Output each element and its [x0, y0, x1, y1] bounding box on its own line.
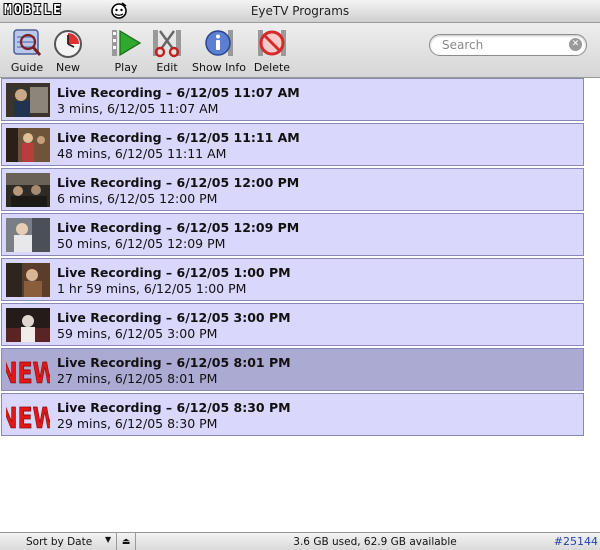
- program-row[interactable]: NEW Live Recording – 6/12/05 8:30 PM 29 …: [1, 393, 584, 436]
- eject-icon[interactable]: ⏏: [117, 533, 136, 550]
- show-info-button-label: Show Info: [192, 61, 246, 74]
- new-badge-text: NEW: [6, 402, 50, 432]
- clock-icon: [54, 30, 82, 58]
- program-row[interactable]: Live Recording – 6/12/05 11:11 AM 48 min…: [1, 123, 584, 166]
- chevron-down-icon: ▼: [105, 535, 112, 544]
- show-info-button[interactable]: Show Info: [189, 27, 249, 74]
- new-badge-text: NEW: [6, 357, 50, 387]
- program-details: 27 mins, 6/12/05 8:01 PM: [57, 371, 218, 386]
- window-title: EyeTV Programs: [250, 4, 350, 18]
- new-badge-icon: NEW: [6, 398, 50, 432]
- delete-button[interactable]: Delete: [242, 27, 302, 74]
- program-details: 59 mins, 6/12/05 3:00 PM: [57, 326, 218, 341]
- program-details: 1 hr 59 mins, 6/12/05 1:00 PM: [57, 281, 247, 296]
- program-title: Live Recording – 6/12/05 8:30 PM: [57, 400, 291, 415]
- status-bar: Sort by Date ▼ ⏏ 3.6 GB used, 62.9 GB av…: [0, 532, 600, 550]
- program-row[interactable]: Live Recording – 6/12/05 12:09 PM 50 min…: [1, 213, 584, 256]
- watermark-tag: #25144: [553, 535, 598, 548]
- edit-button-label: Edit: [156, 61, 178, 74]
- delete-button-label: Delete: [253, 61, 291, 74]
- program-row-selected[interactable]: NEW Live Recording – 6/12/05 8:01 PM 27 …: [1, 348, 584, 391]
- program-row[interactable]: Live Recording – 6/12/05 1:00 PM 1 hr 59…: [1, 258, 584, 301]
- new-button-label: New: [56, 61, 80, 74]
- video-thumbnail: [6, 128, 50, 162]
- program-title: Live Recording – 6/12/05 3:00 PM: [57, 310, 291, 325]
- program-list: Live Recording – 6/12/05 11:07 AM 3 mins…: [0, 78, 600, 532]
- sort-popup-label: Sort by Date: [26, 536, 93, 548]
- clear-search-icon[interactable]: ✕: [569, 38, 582, 51]
- sort-popup[interactable]: Sort by Date ▼: [0, 533, 117, 550]
- edit-button[interactable]: Edit: [137, 27, 197, 74]
- program-row[interactable]: Live Recording – 6/12/05 11:07 AM 3 mins…: [1, 78, 584, 121]
- program-details: 3 mins, 6/12/05 11:07 AM: [57, 101, 219, 116]
- info-icon: [205, 30, 233, 56]
- program-title: Live Recording – 6/12/05 8:01 PM: [57, 355, 291, 370]
- video-thumbnail: [6, 308, 50, 342]
- program-details: 48 mins, 6/12/05 11:11 AM: [57, 146, 227, 161]
- new-button[interactable]: New: [38, 27, 98, 74]
- search-input[interactable]: [442, 37, 562, 52]
- title-bar[interactable]: MOBILE EyeTV Programs: [0, 0, 600, 23]
- program-title: Live Recording – 6/12/05 11:11 AM: [57, 130, 300, 145]
- video-thumbnail: [6, 218, 50, 252]
- program-row[interactable]: Live Recording – 6/12/05 12:00 PM 6 mins…: [1, 168, 584, 211]
- list-scroll-area[interactable]: [585, 78, 600, 532]
- program-row[interactable]: Live Recording – 6/12/05 3:00 PM 59 mins…: [1, 303, 584, 346]
- program-title: Live Recording – 6/12/05 1:00 PM: [57, 265, 291, 280]
- program-title: Live Recording – 6/12/05 12:09 PM: [57, 220, 300, 235]
- search-field[interactable]: ✕: [429, 34, 587, 56]
- new-badge-icon: NEW: [6, 353, 50, 387]
- program-title: Live Recording – 6/12/05 11:07 AM: [57, 85, 300, 100]
- eyetv-window: MOBILE EyeTV Programs Guide New Play Edi…: [0, 0, 600, 550]
- storage-status: 3.6 GB used, 62.9 GB available: [293, 536, 457, 548]
- video-thumbnail: [6, 263, 50, 297]
- program-details: 29 mins, 6/12/05 8:30 PM: [57, 416, 218, 431]
- video-thumbnail: [6, 173, 50, 207]
- delete-icon: [258, 30, 286, 56]
- program-details: 50 mins, 6/12/05 12:09 PM: [57, 236, 226, 251]
- video-thumbnail: [6, 83, 50, 117]
- program-details: 6 mins, 6/12/05 12:00 PM: [57, 191, 218, 206]
- scissors-icon: [153, 30, 181, 58]
- program-title: Live Recording – 6/12/05 12:00 PM: [57, 175, 300, 190]
- toolbar: Guide New Play Edit Show Info Delete Sea…: [0, 23, 600, 78]
